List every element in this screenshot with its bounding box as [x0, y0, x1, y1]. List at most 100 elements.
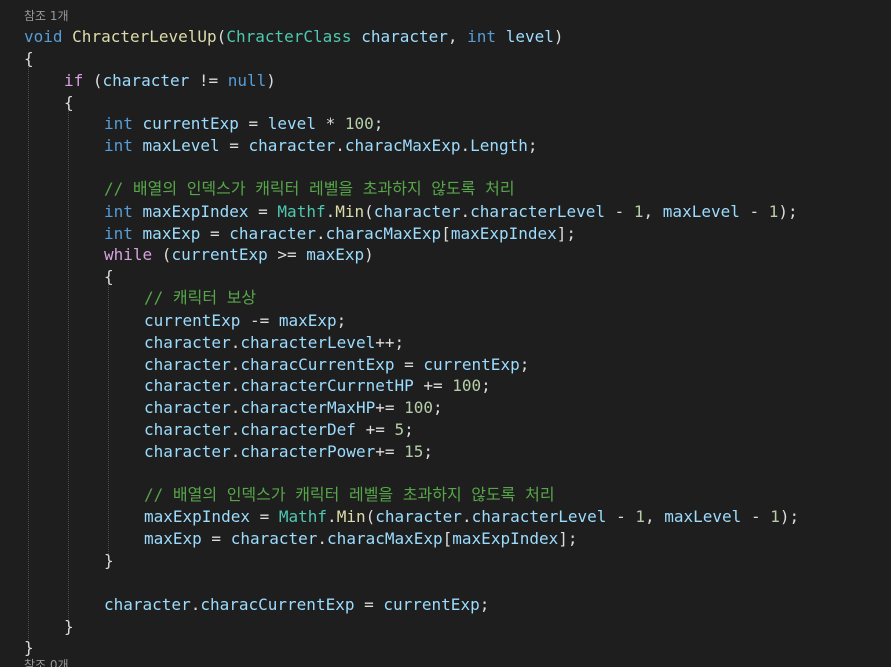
code-line[interactable]: character.characCurrentExp = currentExp;: [144, 354, 529, 376]
code-token: characterLevel: [240, 333, 376, 352]
code-token: [: [442, 529, 453, 548]
code-token: Length: [470, 136, 528, 155]
code-token: characterCurrnetHP: [240, 376, 414, 395]
code-line-if[interactable]: if (character != null): [64, 70, 276, 92]
code-token: character: [144, 420, 231, 439]
code-token: 1: [768, 202, 779, 221]
code-line[interactable]: character.characCurrentExp = currentExp;: [104, 594, 489, 616]
code-token: .: [230, 333, 241, 352]
code-token: currentExp: [171, 245, 268, 264]
code-token: ;: [481, 376, 491, 395]
code-token: =: [238, 114, 268, 133]
code-line-brace[interactable]: {: [64, 92, 74, 114]
code-token: int: [104, 202, 133, 221]
parameter: character: [361, 27, 448, 46]
codelens-references[interactable]: 참조 1개: [24, 8, 69, 24]
code-line[interactable]: int maxExp = character.characMaxExp[maxE…: [104, 223, 576, 245]
code-token: maxLevel: [662, 202, 740, 221]
code-token: Mathf: [277, 202, 326, 221]
code-token: character: [375, 507, 462, 526]
code-token: .: [317, 529, 328, 548]
code-token: -: [739, 202, 769, 221]
code-token: if: [64, 71, 84, 90]
code-token: =: [354, 595, 384, 614]
code-line-brace[interactable]: {: [24, 48, 34, 70]
code-editor[interactable]: 참조 1개 void ChracterLevelUp(ChracterClass…: [0, 0, 891, 667]
code-token: (: [364, 202, 374, 221]
code-line[interactable]: int maxExpIndex = Mathf.Min(character.ch…: [104, 201, 798, 223]
code-token: !=: [189, 71, 228, 90]
code-token: ++;: [375, 333, 405, 352]
code-token: character: [144, 442, 231, 461]
code-token: .: [190, 595, 201, 614]
code-token: characterDef: [240, 420, 356, 439]
code-token: characterMaxHP: [240, 398, 376, 417]
code-token: character: [229, 224, 316, 243]
code-token: ];: [558, 529, 578, 548]
code-token: -=: [240, 311, 279, 330]
code-token: =: [200, 224, 230, 243]
code-token: character: [373, 202, 461, 221]
code-line-while[interactable]: while (currentExp >= maxExp): [104, 244, 374, 266]
code-token: int: [104, 136, 133, 155]
code-line[interactable]: character.characterMaxHP+= 100;: [144, 397, 443, 419]
code-token: =: [394, 355, 424, 374]
code-token: ;: [479, 595, 490, 614]
code-line[interactable]: int currentExp = level * 100;: [104, 113, 383, 135]
comment-text: // 캐릭터 보상: [144, 288, 257, 307]
code-line-brace[interactable]: }: [64, 616, 74, 638]
code-token: ,: [643, 202, 663, 221]
code-line[interactable]: int maxLevel = character.characMaxExp.Le…: [104, 135, 538, 157]
code-token: .: [325, 202, 336, 221]
indent-guide-method: [28, 60, 29, 640]
code-token: characterLevel: [470, 202, 605, 221]
code-token: );: [778, 202, 798, 221]
code-token: currentExp: [144, 311, 241, 330]
code-token: .: [230, 376, 241, 395]
code-token: currentExp: [423, 355, 520, 374]
code-token: ;: [433, 398, 443, 417]
codelens-references[interactable]: 참조 0개: [24, 657, 69, 667]
code-token: character: [248, 136, 336, 155]
code-token: characMaxExp: [327, 529, 443, 548]
code-line[interactable]: character.characterCurrnetHP += 100;: [144, 375, 491, 397]
code-token: ];: [556, 224, 577, 243]
comment-text: // 배열의 인덱스가 캐릭터 레벨을 초과하지 않도록 처리: [104, 179, 515, 198]
code-token: ;: [519, 355, 530, 374]
open-brace: {: [64, 93, 74, 112]
code-comment[interactable]: // 배열의 인덱스가 캐릭터 레벨을 초과하지 않도록 처리: [144, 484, 555, 506]
code-token: .: [230, 420, 241, 439]
code-token: maxExp: [278, 311, 337, 330]
code-line[interactable]: character.characterDef += 5;: [144, 419, 414, 441]
code-token: ,: [644, 507, 665, 526]
code-token: characCurrentExp: [200, 595, 355, 614]
code-token: maxExp: [306, 245, 365, 264]
code-line[interactable]: currentExp -= maxExp;: [144, 310, 346, 332]
code-line[interactable]: maxExpIndex = Mathf.Min(character.charac…: [144, 506, 799, 528]
code-token: =: [249, 507, 279, 526]
code-token: 1: [770, 507, 780, 526]
code-token: Min: [336, 507, 366, 526]
code-line[interactable]: character.characterLevel++;: [144, 332, 404, 354]
code-line[interactable]: character.characterPower+= 15;: [144, 441, 433, 463]
code-line-brace[interactable]: {: [104, 266, 114, 288]
code-comment[interactable]: // 배열의 인덱스가 캐릭터 레벨을 초과하지 않도록 처리: [104, 178, 515, 200]
code-token: void: [24, 27, 63, 46]
code-line-signature[interactable]: void ChracterLevelUp(ChracterClass chara…: [24, 26, 564, 48]
indent-guide-if: [68, 104, 69, 620]
open-brace: {: [104, 267, 114, 286]
code-comment[interactable]: // 캐릭터 보상: [144, 287, 256, 309]
code-line[interactable]: maxExp = character.characMaxExp[maxExpIn…: [144, 528, 578, 550]
code-token: *: [315, 114, 345, 133]
code-line-brace[interactable]: }: [104, 550, 114, 572]
code-token: (: [216, 27, 227, 46]
method-name: ChracterLevelUp: [72, 27, 217, 46]
code-token: int: [104, 224, 133, 243]
code-token: -: [604, 202, 634, 221]
code-token: .: [460, 136, 471, 155]
code-line-brace[interactable]: }: [24, 637, 34, 659]
code-token: ;: [336, 311, 347, 330]
code-token: int: [467, 27, 497, 46]
code-token: character: [102, 71, 190, 90]
code-token: .: [335, 136, 345, 155]
